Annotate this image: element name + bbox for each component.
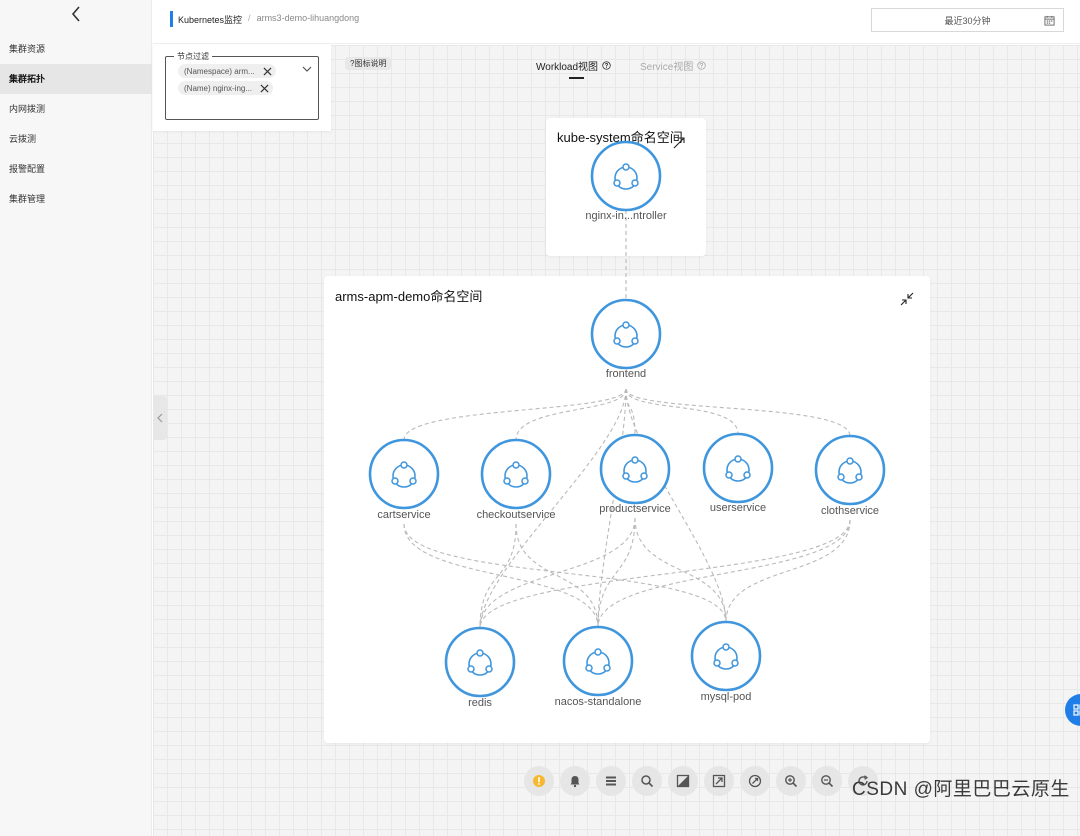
icon-legend-button[interactable]: ?图标说明 (345, 57, 392, 70)
breadcrumb-current: arms3-demo-lihuangdong (256, 13, 360, 23)
collapse-icon[interactable] (900, 292, 914, 306)
node-label: nacos-standalone (555, 696, 642, 708)
time-range-value: 最近30分钟 (944, 15, 991, 26)
node-cartservice[interactable]: cartservice (368, 438, 440, 521)
list-icon (606, 776, 616, 786)
zoom-in-icon (785, 775, 798, 788)
sidebar-item-cluster-management[interactable]: 集群管理 (0, 184, 152, 214)
node-circle (480, 438, 552, 510)
search-icon (641, 775, 654, 788)
list-button[interactable] (596, 766, 626, 796)
breadcrumb-separator: / (248, 13, 251, 23)
close-icon[interactable] (260, 83, 269, 93)
node-label: clothservice (821, 505, 879, 517)
sidebar-item-alert-config[interactable]: 报警配置 (0, 154, 152, 184)
node-label: frontend (606, 368, 646, 380)
help-icon[interactable] (697, 61, 707, 70)
alarm-bell-icon (570, 776, 580, 788)
node-circle (690, 620, 762, 692)
node-checkoutservice[interactable]: checkoutservice (477, 438, 556, 521)
help-icon[interactable] (602, 61, 611, 70)
node-filter-select[interactable]: 节点过滤 (Namespace) arm... (Name) nginx-ing… (165, 51, 319, 120)
grid-icon (1073, 704, 1080, 716)
node-circle (590, 140, 662, 212)
node-filter-panel: 节点过滤 (Namespace) arm... (Name) nginx-ing… (153, 45, 331, 131)
active-tab-indicator (569, 77, 584, 79)
tab-workload-label: Workload视图 (536, 62, 599, 73)
node-filter-label: 节点过滤 (174, 51, 212, 62)
search-button[interactable] (632, 766, 662, 796)
close-icon[interactable] (263, 66, 272, 76)
breadcrumb-accent-bar (170, 11, 173, 27)
namespace-title: arms-apm-demo命名空间 (335, 289, 483, 304)
calendar-icon (1044, 15, 1055, 26)
fit-view-icon (712, 774, 726, 788)
fit-view-button[interactable] (704, 766, 734, 796)
filter-chip-label: (Namespace) arm... (184, 66, 255, 76)
chevron-left-icon (157, 413, 163, 423)
node-circle (368, 438, 440, 510)
node-circle (444, 626, 516, 698)
node-circle (702, 432, 774, 504)
node-label: productservice (599, 503, 671, 515)
filter-chip-name: (Name) nginx-ing... (178, 81, 274, 95)
filter-chip-namespace: (Namespace) arm... (178, 64, 276, 78)
expand-icon[interactable] (672, 136, 686, 150)
node-clothservice[interactable]: clothservice (814, 434, 886, 517)
chevron-down-icon[interactable] (302, 65, 312, 73)
breadcrumb: Kubernetes监控 / arms3-demo-lihuangdong (178, 13, 359, 26)
page-header: Kubernetes监控 / arms3-demo-lihuangdong 最近… (153, 0, 1080, 44)
node-userservice[interactable]: userservice (702, 432, 774, 514)
node-mysql[interactable]: mysql-pod (690, 620, 762, 703)
tab-service-label: Service视图 (640, 62, 694, 73)
layout-icon (676, 774, 690, 788)
filter-chip-label: (Name) nginx-ing... (184, 83, 253, 93)
tab-workload-view[interactable]: Workload视图 (536, 58, 611, 73)
chevron-left-icon[interactable] (66, 4, 86, 24)
zoom-out-button[interactable] (812, 766, 842, 796)
zoom-in-button[interactable] (776, 766, 806, 796)
node-circle (590, 298, 662, 370)
graph-toolbar (524, 766, 878, 796)
tab-service-view[interactable]: Service视图 (640, 58, 707, 73)
sidebar-item-cloud-probe[interactable]: 云拨测 (0, 124, 152, 154)
node-label: mysql-pod (701, 691, 752, 703)
node-circle (599, 433, 671, 505)
node-label: redis (468, 697, 492, 709)
node-productservice[interactable]: productservice (599, 433, 671, 515)
zoom-out-icon (821, 775, 834, 788)
reset-view-button[interactable] (740, 766, 770, 796)
warning-button[interactable] (524, 766, 554, 796)
reset-view-icon (748, 774, 762, 788)
node-label: userservice (710, 502, 766, 514)
breadcrumb-root[interactable]: Kubernetes监控 (178, 13, 242, 26)
node-circle (562, 625, 634, 697)
watermark: CSDN @阿里巴巴云原生 (852, 779, 1070, 800)
node-label: nginx-in...ntroller (585, 210, 667, 222)
sidebar-collapse-handle[interactable] (153, 396, 167, 440)
sidebar-item-cluster-topology[interactable]: 集群拓扑 (0, 64, 152, 94)
time-range-picker[interactable]: 最近30分钟 (871, 8, 1064, 32)
sidebar: 集群资源 集群拓扑 内网拨测 云拨测 报警配置 集群管理 (0, 0, 152, 836)
layout-button[interactable] (668, 766, 698, 796)
alarm-button[interactable] (560, 766, 590, 796)
node-label: cartservice (377, 509, 430, 521)
sidebar-item-intranet-probe[interactable]: 内网拨测 (0, 94, 152, 124)
warning-icon (533, 775, 545, 787)
node-label: checkoutservice (477, 509, 556, 521)
sidebar-nav: 集群资源 集群拓扑 内网拨测 云拨测 报警配置 集群管理 (0, 34, 152, 214)
sidebar-item-cluster-resources[interactable]: 集群资源 (0, 34, 152, 64)
node-circle (814, 434, 886, 506)
